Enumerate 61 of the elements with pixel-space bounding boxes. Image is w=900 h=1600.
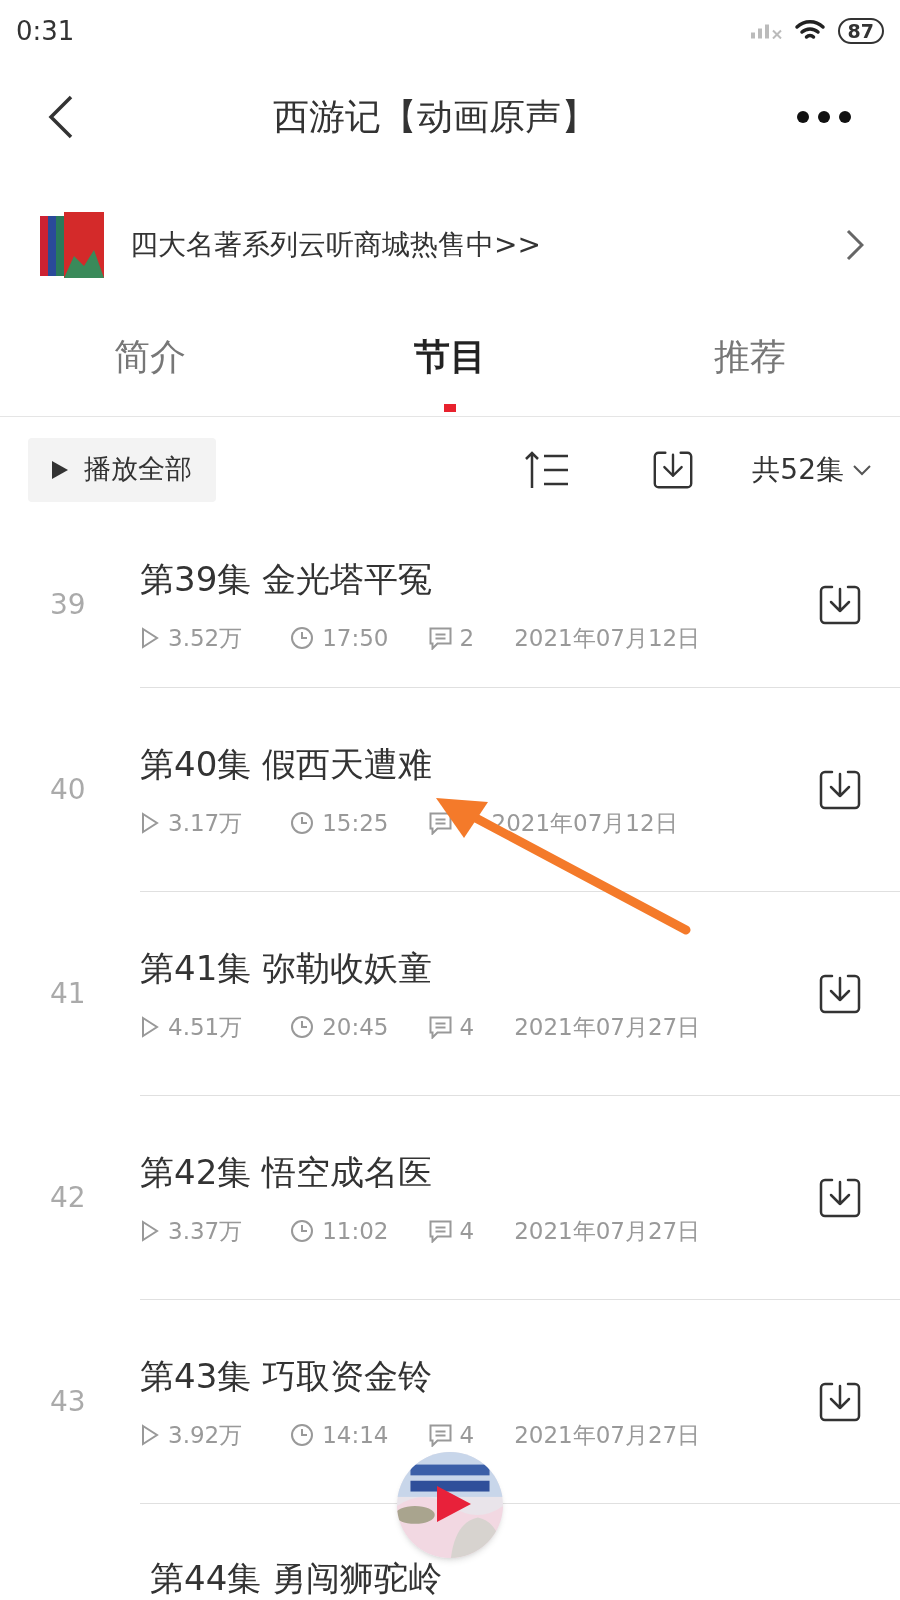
no-signal-icon bbox=[750, 23, 782, 39]
comment-count: 2 bbox=[459, 623, 475, 653]
battery-level: 87 bbox=[837, 18, 884, 44]
play-count: 3.92万 bbox=[168, 1420, 243, 1450]
episode-number: 39 bbox=[49, 587, 87, 623]
play-all-button[interactable]: 播放全部 bbox=[28, 437, 216, 502]
episode-number: 42 bbox=[49, 1180, 87, 1216]
episode-number: 43 bbox=[49, 1384, 87, 1420]
play-count: 3.52万 bbox=[168, 623, 243, 653]
more-icon[interactable] bbox=[796, 110, 852, 124]
play-count-icon bbox=[140, 1016, 160, 1038]
comment-count: 4 bbox=[459, 1420, 475, 1450]
tab[interactable]: 推荐 bbox=[600, 302, 900, 416]
episode-title[interactable]: 第43集 巧取资金铃 bbox=[140, 1350, 816, 1402]
release-date: 2021年07月12日 bbox=[514, 623, 701, 653]
duration: 15:25 bbox=[322, 808, 389, 838]
play-icon[interactable] bbox=[437, 1486, 471, 1522]
play-count: 3.17万 bbox=[168, 808, 243, 838]
play-count-icon bbox=[140, 812, 160, 834]
episode-number: 40 bbox=[49, 772, 87, 808]
play-count-icon bbox=[140, 627, 160, 649]
comment-icon bbox=[428, 1423, 452, 1447]
comment-count: 4 bbox=[459, 1012, 475, 1042]
clock-icon bbox=[290, 1423, 315, 1447]
duration: 11:02 bbox=[322, 1216, 389, 1246]
play-count-icon bbox=[140, 1220, 160, 1242]
page-title: 西游记【动画原声】 bbox=[273, 95, 597, 139]
comment-count: 4 bbox=[459, 1216, 475, 1246]
back-icon[interactable] bbox=[48, 95, 74, 139]
tab[interactable]: 节目 bbox=[300, 302, 600, 416]
play-count: 3.37万 bbox=[168, 1216, 243, 1246]
comment-icon bbox=[428, 1219, 452, 1243]
episode-title[interactable]: 第40集 假西天遭难 bbox=[140, 738, 816, 790]
sort-icon[interactable] bbox=[524, 449, 571, 490]
promo-banner-link[interactable]: 四大名著系列云听商城热售中>> bbox=[130, 224, 846, 266]
clock-icon bbox=[290, 1015, 315, 1039]
comment-icon bbox=[428, 811, 452, 835]
release-date: 2021年07月27日 bbox=[514, 1420, 701, 1450]
duration: 17:50 bbox=[322, 623, 389, 653]
play-count: 4.51万 bbox=[168, 1012, 243, 1042]
episode-title[interactable]: 第39集 金光塔平冤 bbox=[140, 553, 816, 605]
play-count-icon bbox=[140, 1424, 160, 1446]
clock-icon bbox=[290, 626, 315, 650]
comment-icon bbox=[428, 626, 452, 650]
clock-icon bbox=[290, 811, 315, 835]
episode-title[interactable]: 第41集 弥勒收妖童 bbox=[140, 942, 816, 994]
duration: 14:14 bbox=[322, 1420, 389, 1450]
episode-count-dropdown[interactable]: 共52集 bbox=[752, 448, 872, 491]
play-icon bbox=[52, 460, 68, 479]
clock-icon bbox=[290, 1219, 315, 1243]
release-date: 2021年07月27日 bbox=[514, 1012, 701, 1042]
duration: 20:45 bbox=[322, 1012, 389, 1042]
chevron-down-icon bbox=[852, 463, 872, 476]
chevron-right-icon[interactable] bbox=[846, 229, 864, 261]
release-date: 2021年07月27日 bbox=[514, 1216, 701, 1246]
tab[interactable]: 简介 bbox=[0, 302, 300, 416]
comment-icon bbox=[428, 1015, 452, 1039]
episode-number: 41 bbox=[49, 976, 87, 1012]
episode-title[interactable]: 第42集 悟空成名医 bbox=[140, 1146, 816, 1198]
episode-title[interactable]: 第44集 勇闯狮驼岭 bbox=[150, 1558, 443, 1598]
status-time: 0:31 bbox=[16, 14, 75, 48]
